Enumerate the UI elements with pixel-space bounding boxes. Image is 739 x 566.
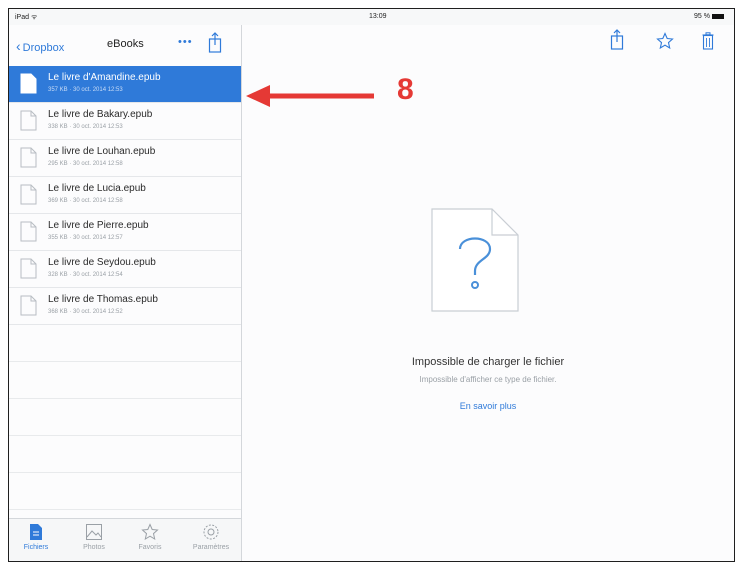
file-item-bakary[interactable]: Le livre de Bakary.epub 338 KB · 30 oct.… — [9, 103, 241, 140]
annotation-number: 8 — [397, 73, 414, 106]
folder-title: eBooks — [107, 38, 144, 50]
document-icon — [30, 524, 42, 540]
tab-label: Paramètres — [192, 544, 230, 551]
more-button[interactable]: ••• — [178, 36, 193, 48]
star-icon — [141, 523, 159, 541]
chevron-left-icon: ‹ — [16, 38, 21, 54]
document-icon — [20, 110, 37, 131]
file-name: Le livre de Seydou.epub — [48, 257, 156, 268]
document-icon — [20, 147, 37, 168]
unknown-file-icon — [431, 208, 519, 312]
tab-label: Fichiers — [23, 544, 49, 551]
tab-favoris[interactable]: Favoris — [127, 523, 173, 551]
file-sidebar: ‹ Dropbox eBooks ••• Le livre d'Amandine.… — [9, 25, 242, 561]
back-button[interactable]: ‹ Dropbox — [16, 38, 64, 54]
file-name: Le livre de Louhan.epub — [48, 146, 156, 157]
learn-more-link[interactable]: En savoir plus — [242, 401, 734, 411]
device-label: iPad ᯤ — [15, 14, 38, 21]
file-meta: 368 KB · 30 oct. 2014 12:52 — [48, 309, 123, 315]
file-item-louhan[interactable]: Le livre de Louhan.epub 295 KB · 30 oct.… — [9, 140, 241, 177]
empty-row — [9, 399, 241, 436]
battery-level: 95 % — [694, 13, 710, 20]
preview-toolbar — [594, 29, 734, 57]
file-list: Le livre d'Amandine.epub 357 KB · 30 oct… — [9, 66, 241, 547]
share-icon[interactable] — [610, 29, 624, 51]
sidebar-navbar: ‹ Dropbox eBooks ••• — [9, 25, 241, 65]
document-icon — [20, 73, 37, 94]
share-icon[interactable] — [208, 32, 222, 54]
error-title: Impossible de charger le fichier — [411, 356, 565, 368]
file-meta: 295 KB · 30 oct. 2014 12:58 — [48, 161, 123, 167]
file-meta: 328 KB · 30 oct. 2014 12:54 — [48, 272, 123, 278]
tab-label: Photos — [83, 544, 105, 551]
document-icon — [20, 258, 37, 279]
tab-parametres[interactable]: Paramètres — [185, 523, 237, 551]
file-meta: 338 KB · 30 oct. 2014 12:53 — [48, 124, 123, 130]
tab-label: Favoris — [138, 544, 162, 551]
file-meta: 357 KB · 30 oct. 2014 12:53 — [48, 87, 123, 93]
empty-row — [9, 436, 241, 473]
empty-row — [9, 362, 241, 399]
file-meta: 355 KB · 30 oct. 2014 12:57 — [48, 235, 123, 241]
file-name: Le livre de Thomas.epub — [48, 294, 158, 305]
battery-indicator: 95 % — [694, 13, 724, 20]
star-icon[interactable] — [656, 32, 674, 50]
trash-icon[interactable] — [702, 32, 714, 50]
back-label: Dropbox — [22, 42, 65, 54]
file-meta: 369 KB · 30 oct. 2014 12:58 — [48, 198, 123, 204]
document-icon — [20, 295, 37, 316]
file-item-thomas[interactable]: Le livre de Thomas.epub 368 KB · 30 oct.… — [9, 288, 241, 325]
clock: 13:09 — [369, 13, 387, 20]
gear-icon — [203, 524, 219, 540]
file-name: Le livre de Lucia.epub — [48, 183, 146, 194]
empty-row — [9, 473, 241, 510]
status-bar: iPad ᯤ 13:09 95 % — [9, 9, 734, 25]
document-icon — [20, 221, 37, 242]
file-item-amandine[interactable]: Le livre d'Amandine.epub 357 KB · 30 oct… — [9, 66, 241, 103]
tab-bar: Fichiers Photos Favoris Paramètres — [9, 518, 241, 561]
tab-fichiers[interactable]: Fichiers — [13, 523, 59, 551]
file-item-seydou[interactable]: Le livre de Seydou.epub 328 KB · 30 oct.… — [9, 251, 241, 288]
battery-icon — [712, 13, 724, 19]
tab-photos[interactable]: Photos — [71, 523, 117, 551]
file-name: Le livre d'Amandine.epub — [48, 72, 161, 83]
file-item-lucia[interactable]: Le livre de Lucia.epub 369 KB · 30 oct. … — [9, 177, 241, 214]
error-message: Impossible d'afficher ce type de fichier… — [419, 375, 557, 384]
photos-icon — [86, 524, 102, 540]
document-icon — [20, 184, 37, 205]
file-name: Le livre de Pierre.epub — [48, 220, 149, 231]
annotation-arrow — [246, 85, 374, 107]
empty-row — [9, 325, 241, 362]
file-item-pierre[interactable]: Le livre de Pierre.epub 355 KB · 30 oct.… — [9, 214, 241, 251]
file-name: Le livre de Bakary.epub — [48, 109, 153, 120]
